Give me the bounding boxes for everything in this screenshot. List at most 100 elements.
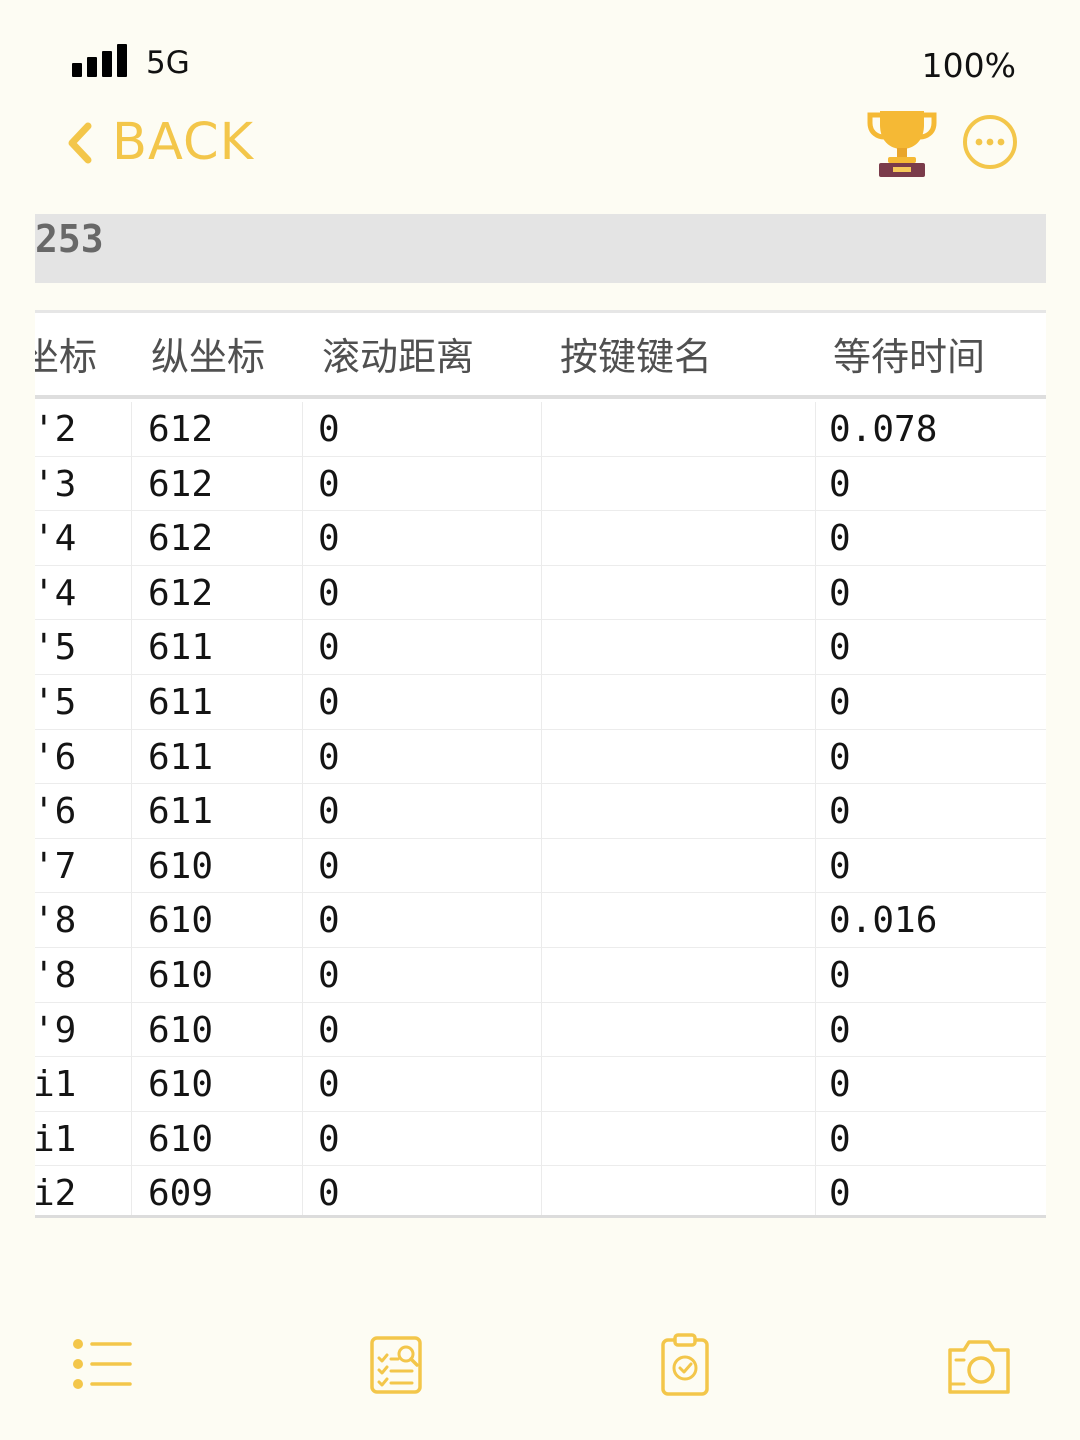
cell-scroll: 0 <box>318 572 340 614</box>
list-icon <box>73 1339 132 1389</box>
signal-strength-icon <box>72 43 128 77</box>
clipboard-check-icon <box>661 1333 709 1396</box>
table-row: i2 609 0 0 <box>35 1166 1046 1215</box>
header-band-text: 253 <box>35 217 104 261</box>
cell-wait: 0 <box>829 1173 851 1215</box>
cell-y: 612 <box>148 572 214 614</box>
cell-wait: 0 <box>829 1118 851 1160</box>
cell-x: '8 <box>35 954 77 996</box>
cell-x: '3 <box>35 463 77 505</box>
cell-scroll: 0 <box>318 681 340 723</box>
table-header: 坐标 纵坐标 滚动距离 按键键名 等待时间 <box>35 313 1046 399</box>
table-row: '3 612 0 0 <box>35 457 1046 512</box>
cell-wait: 0 <box>829 463 851 505</box>
cell-x: '9 <box>35 1009 77 1051</box>
table-row: '2 612 0 0.078 <box>35 402 1046 457</box>
header-y-coordinate: 纵坐标 <box>151 335 266 379</box>
cell-scroll: 0 <box>318 627 340 669</box>
cell-y: 610 <box>148 845 214 887</box>
back-label: BACK <box>112 113 255 172</box>
table-row: i1 610 0 0 <box>35 1057 1046 1112</box>
cell-scroll: 0 <box>318 463 340 505</box>
cell-x: '6 <box>35 736 77 778</box>
cell-x: '5 <box>35 681 77 723</box>
bottom-toolbar <box>0 1320 1080 1410</box>
camera-icon <box>948 1340 1010 1394</box>
cell-y: 611 <box>148 736 214 778</box>
cell-scroll: 0 <box>318 791 340 833</box>
cell-scroll: 0 <box>318 1064 340 1106</box>
cell-wait: 0 <box>829 1009 851 1051</box>
header-scroll-distance: 滚动距离 <box>322 335 475 379</box>
cell-x: '6 <box>35 791 77 833</box>
cell-wait: 0.016 <box>829 900 938 942</box>
cell-x: i2 <box>35 1173 77 1215</box>
cell-y: 611 <box>148 627 214 669</box>
network-type: 5G <box>146 45 190 81</box>
camera-button[interactable] <box>944 1330 1014 1400</box>
table-row: '6 611 0 0 <box>35 784 1046 839</box>
search-checklist-icon <box>370 1336 422 1394</box>
cell-x: '7 <box>35 845 77 887</box>
cell-scroll: 0 <box>318 1118 340 1160</box>
cell-x: '8 <box>35 900 77 942</box>
cell-y: 610 <box>148 1118 214 1160</box>
trophy-icon[interactable] <box>866 103 938 179</box>
cell-wait: 0 <box>829 572 851 614</box>
table-row: '6 611 0 0 <box>35 730 1046 785</box>
cell-x: '4 <box>35 518 77 560</box>
back-button[interactable]: BACK <box>60 108 254 178</box>
header-band: 253 <box>35 214 1046 283</box>
table-row: i1 610 0 0 <box>35 1112 1046 1167</box>
cell-wait: 0 <box>829 681 851 723</box>
cell-wait: 0.078 <box>829 409 938 450</box>
cell-x: i1 <box>35 1064 77 1106</box>
header-key-name: 按键键名 <box>560 335 713 379</box>
table-row: '5 611 0 0 <box>35 620 1046 675</box>
cell-y: 612 <box>148 409 214 450</box>
table-row: '9 610 0 0 <box>35 1003 1046 1058</box>
cell-y: 611 <box>148 681 214 723</box>
table-body: '2 612 0 0.078 '3 612 0 0 '4 612 0 0 '4 … <box>35 402 1046 1215</box>
cell-scroll: 0 <box>318 954 340 996</box>
cell-scroll: 0 <box>318 1009 340 1051</box>
cell-wait: 0 <box>829 845 851 887</box>
clipboard-check-button[interactable] <box>650 1330 720 1400</box>
list-button[interactable] <box>66 1330 136 1400</box>
cell-wait: 0 <box>829 627 851 669</box>
table-row: '5 611 0 0 <box>35 675 1046 730</box>
nav-bar: BACK <box>0 100 1080 190</box>
cell-wait: 0 <box>829 1064 851 1106</box>
cell-scroll: 0 <box>318 1173 340 1215</box>
cell-x: i1 <box>35 1118 77 1160</box>
header-wait-time: 等待时间 <box>833 335 986 379</box>
cell-scroll: 0 <box>318 518 340 560</box>
cell-y: 611 <box>148 791 214 833</box>
search-checklist-button[interactable] <box>362 1330 432 1400</box>
cell-y: 610 <box>148 954 214 996</box>
cell-y: 612 <box>148 463 214 505</box>
cell-scroll: 0 <box>318 845 340 887</box>
header-x-coordinate: 坐标 <box>35 335 98 379</box>
cell-y: 612 <box>148 518 214 560</box>
cell-scroll: 0 <box>318 900 340 942</box>
table-row: '8 610 0 0.016 <box>35 893 1046 948</box>
more-icon[interactable] <box>962 114 1018 170</box>
cell-y: 609 <box>148 1173 214 1215</box>
cell-y: 610 <box>148 900 214 942</box>
cell-x: '2 <box>35 409 77 450</box>
chevron-left-icon <box>68 122 92 164</box>
cell-scroll: 0 <box>318 409 340 450</box>
data-table: 坐标 纵坐标 滚动距离 按键键名 等待时间 '2 612 0 0.078 '3 … <box>35 310 1046 1218</box>
cell-wait: 0 <box>829 791 851 833</box>
table-row: '4 612 0 0 <box>35 511 1046 566</box>
battery-level: 100% <box>921 46 1016 85</box>
cell-y: 610 <box>148 1009 214 1051</box>
cell-y: 610 <box>148 1064 214 1106</box>
table-row: '7 610 0 0 <box>35 839 1046 894</box>
cell-wait: 0 <box>829 736 851 778</box>
cell-x: '4 <box>35 572 77 614</box>
cell-scroll: 0 <box>318 736 340 778</box>
cell-wait: 0 <box>829 518 851 560</box>
table-row: '4 612 0 0 <box>35 566 1046 621</box>
